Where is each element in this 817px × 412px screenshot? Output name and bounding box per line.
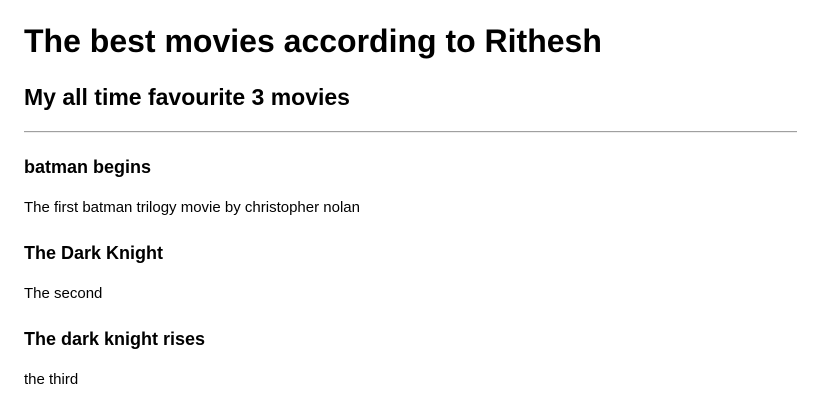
movie-item: batman begins The first batman trilogy m… [24, 155, 797, 218]
movie-description: the third [24, 371, 79, 388]
movie-description: The first batman trilogy movie by christ… [24, 199, 360, 216]
movie-item: The dark knight rises the third [24, 327, 797, 390]
page-subtitle: My all time favourite 3 movies [24, 84, 350, 110]
movie-title: The dark knight rises [24, 329, 206, 349]
movie-title: batman begins [24, 157, 152, 177]
page-content: The best movies according to Rithesh My … [0, 0, 817, 412]
movie-item: The Dark Knight The second [24, 241, 797, 304]
movie-description: The second [24, 285, 103, 302]
movie-title: The Dark Knight [24, 243, 164, 263]
movie-list: batman begins The first batman trilogy m… [24, 155, 797, 390]
page-title: The best movies according to Rithesh [24, 23, 602, 59]
divider [24, 131, 797, 133]
